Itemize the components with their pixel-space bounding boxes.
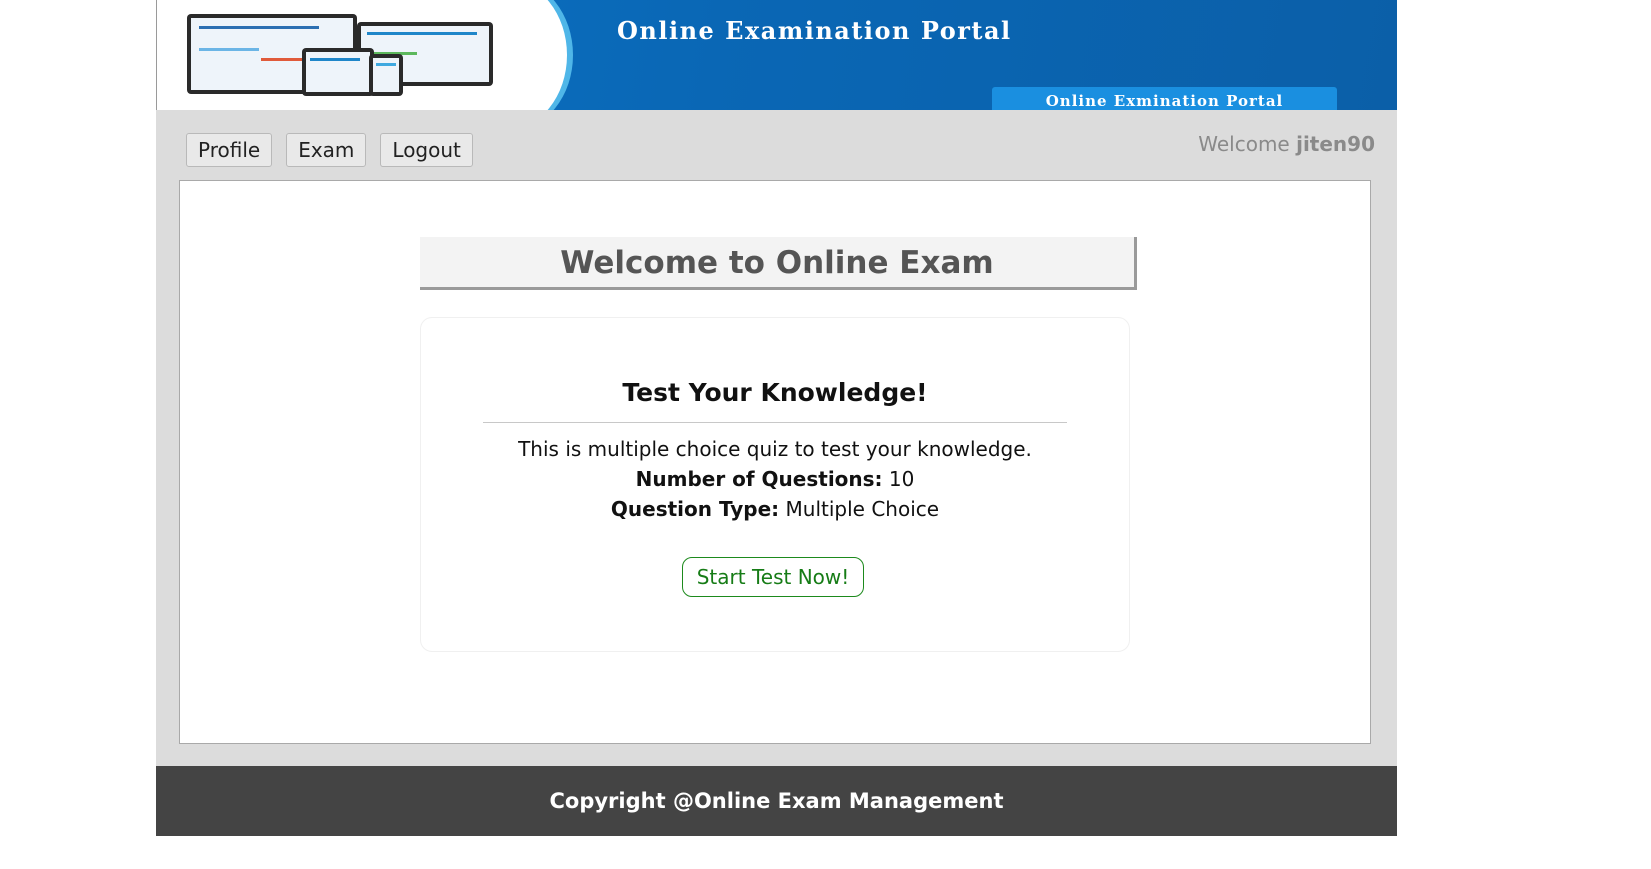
content-area: Profile Exam Logout Welcome jiten90 Welc… [156, 110, 1397, 766]
question-type-label: Question Type: [610, 497, 780, 521]
banner-subtab: Online Exmination Portal [992, 87, 1337, 110]
header-banner: Online Examination Portal Online Exminat… [156, 0, 1397, 110]
question-type-row: Question Type: Multiple Choice [421, 494, 1129, 524]
quiz-title: Test Your Knowledge! [622, 378, 928, 407]
questions-count-label: Number of Questions: [635, 467, 883, 491]
nav-profile-button[interactable]: Profile [186, 133, 273, 167]
questions-count-value: 10 [888, 467, 915, 491]
main-panel: Welcome to Online Exam Test Your Knowled… [179, 180, 1371, 744]
page-title: Welcome to Online Exam [420, 237, 1137, 290]
nav-logout-button[interactable]: Logout [380, 133, 473, 167]
username: jiten90 [1296, 132, 1375, 156]
top-nav: Profile Exam Logout [186, 133, 473, 167]
welcome-prefix: Welcome [1198, 132, 1290, 156]
quiz-card: Test Your Knowledge! This is multiple ch… [420, 317, 1130, 652]
nav-exam-button[interactable]: Exam [286, 133, 367, 167]
phone-icon [369, 54, 403, 96]
footer: Copyright @Online Exam Management [156, 766, 1397, 836]
start-test-button[interactable]: Start Test Now! [682, 557, 864, 597]
question-type-value: Multiple Choice [785, 497, 940, 521]
quiz-divider [483, 422, 1067, 423]
footer-copyright: Copyright @Online Exam Management [549, 789, 1004, 813]
quiz-details: This is multiple choice quiz to test you… [421, 434, 1129, 524]
banner-title: Online Examination Portal [617, 16, 1012, 45]
welcome-user: Welcome jiten90 [1198, 132, 1375, 156]
tablet-icon [302, 48, 374, 96]
page: Online Examination Portal Online Exminat… [156, 0, 1397, 836]
quiz-description: This is multiple choice quiz to test you… [518, 437, 1032, 461]
questions-count-row: Number of Questions: 10 [421, 464, 1129, 494]
